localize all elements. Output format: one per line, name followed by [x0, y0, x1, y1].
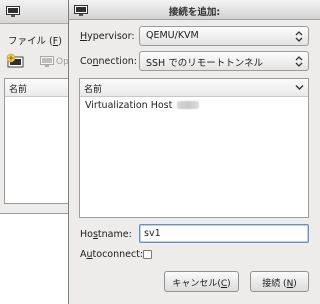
chevron-down-icon[interactable] — [295, 84, 304, 91]
main-menubar: ファイル (F) — [0, 30, 77, 48]
host-list[interactable]: 名前 Virtualization Host — [79, 78, 309, 218]
monitor-icon — [6, 6, 20, 17]
connection-list[interactable]: 名前 — [4, 78, 74, 204]
list-item[interactable]: Virtualization Host — [85, 100, 200, 111]
host-item-label: Virtualization Host — [85, 100, 173, 111]
dialog-titlebar[interactable]: 接続を追加: — [69, 0, 320, 20]
cancel-button[interactable]: キャンセル(C) — [164, 271, 239, 292]
host-list-header-label: 名前 — [84, 85, 103, 95]
connection-list-header[interactable]: 名前 — [5, 79, 73, 97]
menu-file[interactable]: ファイル (F) — [8, 33, 62, 47]
updown-arrows-icon — [295, 56, 303, 67]
connection-value: SSH でのリモートトンネル — [146, 58, 264, 69]
connection-label: Connection: — [80, 56, 137, 67]
hypervisor-label: Hypervisor: — [80, 31, 135, 42]
new-connection-icon[interactable] — [6, 53, 26, 71]
autoconnect-label: Autoconnect: — [80, 249, 144, 260]
connection-select[interactable]: SSH でのリモートトンネル — [139, 51, 309, 71]
main-toolbar: Op — [0, 50, 77, 74]
monitor-icon — [40, 56, 54, 67]
autoconnect-checkbox[interactable] — [143, 250, 152, 259]
hypervisor-select[interactable]: QEMU/KVM — [139, 26, 309, 46]
hostname-field[interactable] — [139, 224, 309, 243]
host-list-header[interactable]: 名前 — [80, 79, 308, 97]
hypervisor-value: QEMU/KVM — [146, 30, 199, 41]
connect-button[interactable]: 接続 (N) — [250, 271, 309, 292]
add-connection-dialog: 接続を追加: Hypervisor: QEMU/KVM Connection: … — [68, 0, 320, 304]
dialog-title: 接続を追加: — [168, 7, 221, 18]
redacted-hostname — [177, 101, 200, 109]
main-window: ファイル (F) Op 名前 — [0, 0, 78, 214]
open-button-label: Op — [56, 57, 69, 67]
updown-arrows-icon — [295, 31, 303, 42]
main-window-titlebar[interactable] — [0, 0, 77, 24]
hostname-label: Hostname: — [80, 229, 132, 240]
